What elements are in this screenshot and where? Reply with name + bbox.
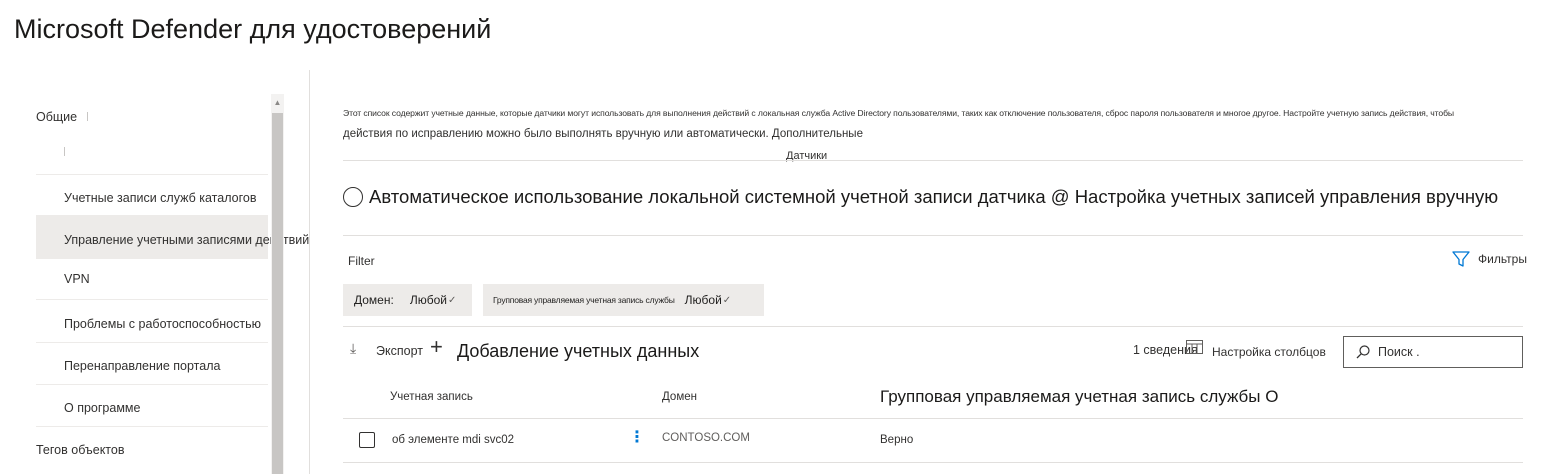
chevron-down-icon: ✓ — [447, 294, 457, 306]
customize-columns-button[interactable]: Настройка столбцов — [1212, 345, 1326, 359]
sidebar — [0, 70, 310, 474]
divider — [343, 418, 1523, 419]
nav-separator — [36, 299, 268, 300]
column-header-gmsa[interactable]: Групповая управляемая учетная запись слу… — [880, 387, 1278, 407]
radio-label: Автоматическое использование локальной с… — [369, 186, 1499, 207]
nav-separator — [36, 384, 268, 385]
sidebar-divider — [309, 70, 310, 474]
filter-label: Filter — [348, 254, 375, 268]
filters-button-label: Фильтры — [1478, 252, 1527, 266]
description-text-continued: действия по исправлению можно было выпол… — [343, 128, 863, 140]
column-header-account[interactable]: Учетная запись — [390, 391, 473, 403]
divider — [343, 160, 1523, 161]
domain-filter-label: Домен: — [354, 293, 394, 307]
sidebar-item-vpn[interactable]: VPN — [64, 272, 90, 286]
sidebar-section-general[interactable]: Общие — [36, 110, 77, 124]
domain-filter-chip[interactable]: Домен: Любой ✓ — [343, 284, 472, 316]
export-button[interactable]: Экспорт — [376, 344, 423, 358]
gmsa-filter-value: Любой — [684, 293, 722, 307]
radio-button[interactable] — [343, 187, 363, 207]
sidebar-item-directory-accounts[interactable]: Учетные записи служб каталогов — [64, 191, 256, 205]
divider — [343, 235, 1523, 236]
sidebar-item-health-issues[interactable]: Проблемы с работоспособностью — [64, 317, 261, 331]
sidebar-section-entity-tags[interactable]: Тегов объектов — [36, 443, 124, 457]
chevron-down-icon: ✓ — [722, 294, 732, 306]
more-options-icon[interactable]: ⋮ — [629, 430, 645, 446]
columns-icon[interactable] — [1186, 340, 1203, 354]
nav-separator — [36, 174, 268, 175]
nav-separator — [36, 426, 268, 427]
cell-domain: CONTOSO.COM — [662, 432, 750, 444]
scroll-up-icon[interactable]: ▲ — [271, 94, 284, 110]
decorative-mark — [87, 112, 88, 121]
search-input[interactable] — [1378, 345, 1508, 359]
divider — [343, 326, 1523, 327]
nav-separator — [36, 342, 268, 343]
gmsa-filter-label: Групповая управляемая учетная запись слу… — [493, 295, 675, 305]
cell-gmsa: Верно — [880, 434, 914, 446]
filters-button[interactable]: Фильтры — [1452, 249, 1527, 269]
search-box[interactable] — [1343, 336, 1523, 368]
decorative-mark — [64, 147, 65, 156]
add-credentials-button[interactable]: Добавление учетных данных — [457, 341, 699, 362]
funnel-icon — [1452, 250, 1470, 267]
plus-icon[interactable]: + — [430, 334, 443, 360]
sidebar-item-portal-redirect[interactable]: Перенаправление портала — [64, 359, 220, 373]
divider — [343, 462, 1523, 463]
cell-account[interactable]: об элементе mdi svc02 — [392, 434, 514, 446]
column-header-domain[interactable]: Домен — [662, 391, 697, 403]
sidebar-scrollbar-thumb[interactable] — [272, 113, 283, 474]
nav-separator — [36, 258, 268, 259]
gmsa-filter-chip[interactable]: Групповая управляемая учетная запись слу… — [483, 284, 764, 316]
app-title: Microsoft Defender для удостоверений — [14, 14, 492, 44]
search-icon — [1356, 345, 1370, 359]
domain-filter-value: Любой — [409, 293, 447, 307]
description-text: Этот список содержит учетные данные, кот… — [343, 108, 1454, 118]
sidebar-item-about[interactable]: О программе — [64, 401, 140, 415]
download-icon[interactable]: ⤓ — [350, 340, 356, 357]
row-checkbox[interactable] — [359, 432, 375, 448]
